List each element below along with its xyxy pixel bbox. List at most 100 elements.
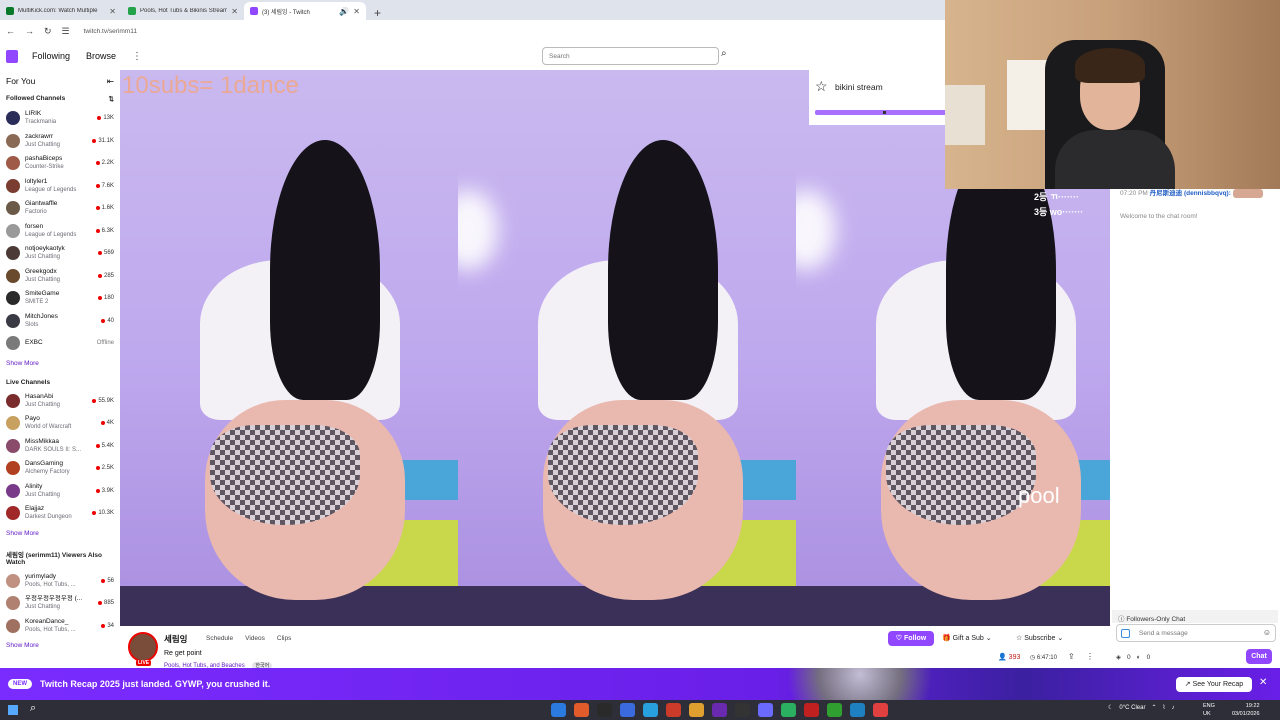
viewer-count-value: 4K — [106, 420, 114, 427]
taskbar-app-icon[interactable] — [735, 703, 750, 717]
volume-icon[interactable]: ♪ — [1171, 705, 1174, 711]
tray-arrow-icon[interactable]: ⌃ — [1151, 704, 1156, 711]
taskbar-app-icon[interactable] — [574, 703, 589, 717]
tab-clips[interactable]: Clips — [277, 635, 291, 642]
emote-picker-icon[interactable]: ☺ — [1263, 628, 1271, 637]
rank-line: 2등 ㄲ······· — [1034, 192, 1080, 202]
sidebar-channel-item[interactable]: Payo World of Warcraft 4K — [0, 412, 120, 435]
show-more-also-link[interactable]: Show More — [0, 637, 120, 655]
chat-send-button[interactable]: Chat — [1246, 649, 1272, 664]
live-dot-icon — [97, 273, 102, 278]
more-options-icon[interactable]: ⋮ — [1086, 652, 1094, 661]
sidebar-channel-item[interactable]: KoreanDance_ Pools, Hot Tubs, ... 34 — [0, 615, 120, 638]
browse-link[interactable]: Browse — [86, 51, 116, 61]
sidebar-channel-item[interactable]: DansGaming Alchemy Factory 2.5K — [0, 457, 120, 480]
search-icon[interactable]: ⌕ — [721, 48, 735, 64]
reload-icon[interactable]: ↻ — [44, 26, 52, 37]
live-dot-icon — [101, 318, 106, 323]
goal-label: bikini stream — [835, 82, 883, 92]
tab-schedule[interactable]: Schedule — [206, 635, 233, 642]
taskbar-app-icon[interactable] — [758, 703, 773, 717]
show-more-live-link[interactable]: Show More — [0, 525, 120, 543]
network-icon[interactable]: ⌇ — [1163, 704, 1166, 711]
sidebar-channel-item[interactable]: EXBC Offline — [0, 332, 120, 355]
sidebar-channel-item[interactable]: Elajjaz Darkest Dungeon 10.3K — [0, 502, 120, 525]
gift-sub-button[interactable]: 🎁 Gift a Sub ⌄ — [942, 631, 992, 646]
sidebar-channel-item[interactable]: Giantwaffle Factorio 1.6K — [0, 197, 120, 220]
bits-icon[interactable]: ◐ — [1137, 654, 1141, 661]
browser-tab-multikick[interactable]: MultiKick.com: Watch Multiple ✕ — [0, 2, 122, 20]
follow-button[interactable]: ♡ Follow — [888, 631, 934, 646]
sidebar-channel-item[interactable]: 우정우정우정우정 (... Just Chatting 885 — [0, 592, 120, 615]
collapse-sidebar-icon[interactable]: ⇤ — [107, 76, 114, 87]
following-link[interactable]: Following — [32, 51, 70, 61]
share-icon[interactable]: ⇪ — [1068, 652, 1075, 661]
viewer-count: 31.1K — [92, 138, 114, 144]
browser-tab-pools[interactable]: Pools, Hot Tubs & Bikinis Stream ✕ — [122, 2, 244, 20]
taskbar-app-icon[interactable] — [712, 703, 727, 717]
taskbar-app-icon[interactable] — [781, 703, 796, 717]
tab-videos[interactable]: Videos — [245, 635, 265, 642]
search-input[interactable] — [542, 47, 719, 65]
channel-info: SmiteGame SMITE 2 — [25, 290, 98, 306]
taskbar-clock[interactable]: 19:22 03/01/2026 — [1232, 702, 1260, 718]
weather-icon[interactable]: ☾ — [1108, 704, 1113, 711]
sidebar-channel-item[interactable]: loltyler1 League of Legends 7.6K — [0, 175, 120, 198]
subscribe-button[interactable]: ☆ Subscribe ⌄ — [1016, 631, 1063, 646]
channel-info: forsen League of Legends — [25, 223, 96, 239]
channel-info: MissMikkaa DARK SOULS II: S... — [25, 438, 96, 454]
taskbar-app-icon[interactable] — [597, 703, 612, 717]
sidebar-channel-item[interactable]: HasanAbi Just Chatting 55.9K — [0, 390, 120, 413]
sidebar-channel-item[interactable]: notjoeykaotyk Just Chatting 569 — [0, 242, 120, 265]
taskbar-app-icon[interactable] — [620, 703, 635, 717]
close-tab-icon[interactable]: ✕ — [353, 7, 360, 16]
site-info-icon[interactable]: ☰ — [62, 26, 70, 37]
forward-icon[interactable]: → — [25, 26, 34, 36]
weather-text[interactable]: 0°C Clear — [1119, 705, 1145, 711]
close-tab-icon[interactable]: ✕ — [109, 7, 116, 16]
sidebar-header: For You ⇤ — [0, 70, 120, 89]
taskbar-app-icon[interactable] — [850, 703, 865, 717]
chat-welcome: Welcome to the chat room! — [1120, 213, 1198, 220]
sidebar-channel-item[interactable]: SmiteGame SMITE 2 180 — [0, 287, 120, 310]
language-indicator[interactable]: ENG UK — [1203, 702, 1215, 718]
back-icon[interactable]: ← — [6, 26, 15, 36]
sidebar-channel-item[interactable]: yurimylady Pools, Hot Tubs, ... 56 — [0, 570, 120, 593]
taskbar-app-icon[interactable] — [551, 703, 566, 717]
taskbar-app-icon[interactable] — [689, 703, 704, 717]
show-more-followed-link[interactable]: Show More — [0, 355, 120, 373]
chat-input[interactable]: Send a message ☺ — [1116, 624, 1276, 642]
streamer-name[interactable]: 세림잉 — [164, 633, 187, 645]
sidebar-channel-item[interactable]: LIRIK Trackmania 13K — [0, 107, 120, 130]
sidebar-channel-item[interactable]: MitchJones Slots 40 — [0, 310, 120, 333]
sort-icon[interactable]: ⇅ — [109, 95, 114, 103]
close-banner-icon[interactable]: ✕ — [1259, 677, 1267, 688]
sidebar-channel-item[interactable]: MissMikkaa DARK SOULS II: S... 5.4K — [0, 435, 120, 458]
taskbar-app-icon[interactable] — [643, 703, 658, 717]
taskbar-app-icon[interactable] — [873, 703, 888, 717]
badge-icon[interactable] — [1121, 629, 1130, 638]
channel-points-icon[interactable]: ◈ — [1116, 653, 1121, 661]
twitch-logo-icon[interactable] — [6, 49, 18, 63]
taskbar-app-icon[interactable] — [827, 703, 842, 717]
more-menu-icon[interactable]: ⋮ — [132, 51, 142, 62]
subs-dance-overlay: 10subs= 1dance — [122, 72, 299, 99]
sidebar-channel-item[interactable]: pashaBiceps Counter-Strike 2.2K — [0, 152, 120, 175]
sidebar-channel-item[interactable]: forsen League of Legends 6.3K — [0, 220, 120, 243]
windows-start-icon[interactable] — [8, 705, 18, 715]
speaker-icon[interactable]: 🔊 — [339, 7, 349, 16]
taskbar-search-icon[interactable]: ⌕ — [30, 702, 36, 715]
sidebar-channel-item[interactable]: Greekgodx Just Chatting 285 — [0, 265, 120, 288]
see-recap-button[interactable]: ↗ See Your Recap — [1176, 677, 1252, 692]
new-tab-button[interactable]: + — [366, 6, 389, 20]
taskbar-app-icon[interactable] — [666, 703, 681, 717]
sidebar-channel-item[interactable]: zackrawrr Just Chatting 31.1K — [0, 130, 120, 153]
close-tab-icon[interactable]: ✕ — [231, 7, 238, 16]
taskbar-app-icon[interactable] — [804, 703, 819, 717]
url-field[interactable]: twitch.tv/serimm11 — [84, 28, 137, 35]
sidebar-channel-item[interactable]: Alinity Just Chatting 3.9K — [0, 480, 120, 503]
chat-username[interactable]: 丹尼斯迪迪 (dennisbbqvq): — [1150, 190, 1231, 197]
browser-tab-twitch[interactable]: (3) 세림잉 - Twitch 🔊 ✕ — [244, 2, 366, 20]
live-dot-icon — [97, 601, 102, 606]
streamer-avatar[interactable] — [128, 632, 158, 662]
